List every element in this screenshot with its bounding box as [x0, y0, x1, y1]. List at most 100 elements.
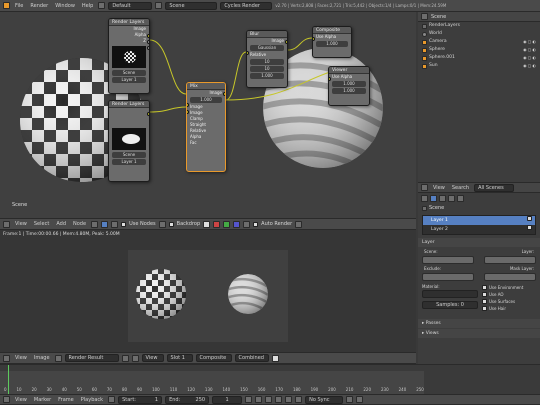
menu-view[interactable]: View: [13, 397, 29, 403]
exclude-layer-grid[interactable]: [422, 273, 474, 281]
free-unused-icon[interactable]: [158, 220, 166, 228]
menu-frame[interactable]: Frame: [56, 397, 76, 403]
visibility-icons[interactable]: ◉ ◻ ◐: [523, 54, 536, 62]
next-keyframe-icon[interactable]: [285, 396, 293, 403]
pass-selector[interactable]: Combined: [234, 354, 269, 362]
scene-icon[interactable]: [155, 2, 163, 9]
scene-tab-icon[interactable]: [439, 195, 446, 202]
use-hair-toggle[interactable]: Use Hair: [482, 305, 536, 312]
object-tab-icon[interactable]: [457, 195, 464, 202]
material-override-field[interactable]: [422, 290, 478, 298]
auto-keying-icon[interactable]: [346, 396, 354, 403]
image-name-field[interactable]: Render Result: [64, 354, 119, 362]
y-field[interactable]: 10: [250, 66, 284, 72]
jump-start-icon[interactable]: [245, 396, 253, 403]
filter-type-field[interactable]: Gaussian: [250, 45, 284, 51]
layer-list[interactable]: Layer 1 Layer 2: [422, 215, 536, 235]
screen-layout-icon[interactable]: [98, 2, 106, 9]
blur-node[interactable]: Blur Image Gaussian Relative 10 10 1.000: [246, 30, 288, 88]
editor-type-icon[interactable]: [421, 13, 428, 20]
texture-icon[interactable]: [111, 220, 119, 228]
use-surfaces-toggle[interactable]: Use Surfaces: [482, 298, 536, 305]
green-channel-icon[interactable]: [223, 220, 231, 228]
editor-type-icon[interactable]: [3, 354, 10, 362]
image-browse-icon[interactable]: [54, 354, 62, 362]
mask-layer-grid[interactable]: [484, 273, 536, 281]
menu-window[interactable]: Window: [53, 3, 77, 9]
alpha-field[interactable]: 1.000: [316, 41, 348, 47]
layer-enable-checkbox[interactable]: [527, 225, 532, 230]
use-environment-toggle[interactable]: Use Environment: [482, 284, 536, 291]
layer-list-item[interactable]: Layer 1: [423, 216, 535, 225]
backdrop-checkbox[interactable]: [168, 221, 174, 227]
menu-help[interactable]: Help: [80, 3, 95, 9]
shader-icon[interactable]: [91, 220, 99, 228]
blender-logo-icon[interactable]: [3, 2, 10, 9]
menu-select[interactable]: Select: [32, 221, 51, 227]
viewer-node[interactable]: Viewer Use Alpha 1.000 1.000: [328, 66, 370, 106]
editor-type-icon[interactable]: [3, 220, 10, 228]
passes-panel-header[interactable]: ▸ Passes: [418, 319, 540, 328]
outliner-item[interactable]: Sphere.001 ◉ ◻ ◐: [418, 54, 540, 62]
layer-field[interactable]: Layer 1: [112, 159, 146, 165]
scene-layer-grid[interactable]: [422, 256, 474, 264]
slot-selector[interactable]: Slot 1: [166, 354, 193, 362]
compositing-icon[interactable]: [101, 220, 109, 228]
pin-icon[interactable]: [243, 220, 251, 228]
layer-layer-grid[interactable]: [484, 256, 536, 264]
draw-channels-icon[interactable]: [271, 354, 279, 362]
menu-search[interactable]: Search: [450, 185, 471, 191]
play-icon[interactable]: [275, 396, 283, 403]
use-nodes-checkbox[interactable]: [121, 221, 127, 227]
render-engine-selector[interactable]: Cycles Render: [220, 1, 273, 10]
outliner-item[interactable]: World: [418, 30, 540, 38]
outliner-item[interactable]: Sun ◉ ◻ ◐: [418, 62, 540, 70]
layer-selector[interactable]: Composite: [195, 354, 232, 362]
jump-end-icon[interactable]: [295, 396, 303, 403]
menu-image[interactable]: Image: [32, 355, 52, 361]
editor-type-icon[interactable]: [421, 184, 428, 191]
layer-field[interactable]: Layer 1: [112, 77, 146, 83]
socket-image[interactable]: [147, 34, 149, 38]
x-field[interactable]: 10: [250, 59, 284, 65]
scene-field[interactable]: Scene: [112, 70, 146, 76]
menu-view[interactable]: View: [431, 185, 447, 191]
socket-out[interactable]: [223, 92, 225, 96]
blue-channel-icon[interactable]: [233, 220, 241, 228]
current-frame-field[interactable]: 1: [212, 395, 243, 404]
outliner-item[interactable]: RenderLayers: [418, 22, 540, 30]
pin-icon[interactable]: [121, 354, 129, 362]
outliner[interactable]: Scene RenderLayers World Camera ◉ ◻ ◐ Sph…: [418, 12, 540, 182]
socket-image[interactable]: [147, 112, 149, 116]
editor-type-icon[interactable]: [3, 396, 10, 403]
menu-marker[interactable]: Marker: [32, 397, 53, 403]
socket-in[interactable]: [313, 37, 315, 41]
size-field[interactable]: 1.000: [250, 73, 284, 79]
outliner-item[interactable]: Camera ◉ ◻ ◐: [418, 38, 540, 46]
visibility-icons[interactable]: ◉ ◻ ◐: [523, 38, 536, 46]
socket-alpha[interactable]: [147, 40, 149, 44]
layer-enable-checkbox[interactable]: [527, 216, 532, 221]
backdrop-channels-icon[interactable]: [203, 220, 211, 228]
z-field[interactable]: 1.000: [332, 88, 366, 94]
snap-icon[interactable]: [295, 220, 303, 228]
render-layers-node-2[interactable]: Render Layers Scene Layer 1: [108, 100, 150, 182]
all-scenes-selector[interactable]: All Scenes: [474, 183, 515, 192]
scene-selector[interactable]: Scene: [165, 1, 218, 10]
node-editor[interactable]: Render Layers Image Alpha Z Scene Layer …: [0, 12, 416, 218]
view-selector[interactable]: View: [141, 354, 164, 362]
timeline[interactable]: 0 10 20 30 40 50 60 70 80 90 100 110 120 130 140 150 160…: [0, 364, 540, 395]
visibility-icons[interactable]: ◉ ◻ ◐: [523, 46, 536, 54]
properties-editor[interactable]: View Search All Scenes Scene Layer 1 Lay…: [418, 182, 540, 364]
start-frame-field[interactable]: Start: 1: [118, 395, 163, 404]
auto-render-checkbox[interactable]: [253, 221, 259, 227]
end-frame-field[interactable]: End: 250: [165, 395, 210, 404]
keying-set-icon[interactable]: [356, 396, 364, 403]
socket-in[interactable]: [329, 77, 331, 81]
visibility-icons[interactable]: ◉ ◻ ◐: [523, 62, 536, 70]
socket-z[interactable]: [147, 46, 149, 50]
render-layers-tab-icon[interactable]: [430, 195, 437, 202]
sync-selector[interactable]: No Sync: [305, 395, 344, 404]
red-channel-icon[interactable]: [213, 220, 221, 228]
samples-field[interactable]: Samples: 0: [422, 301, 478, 309]
